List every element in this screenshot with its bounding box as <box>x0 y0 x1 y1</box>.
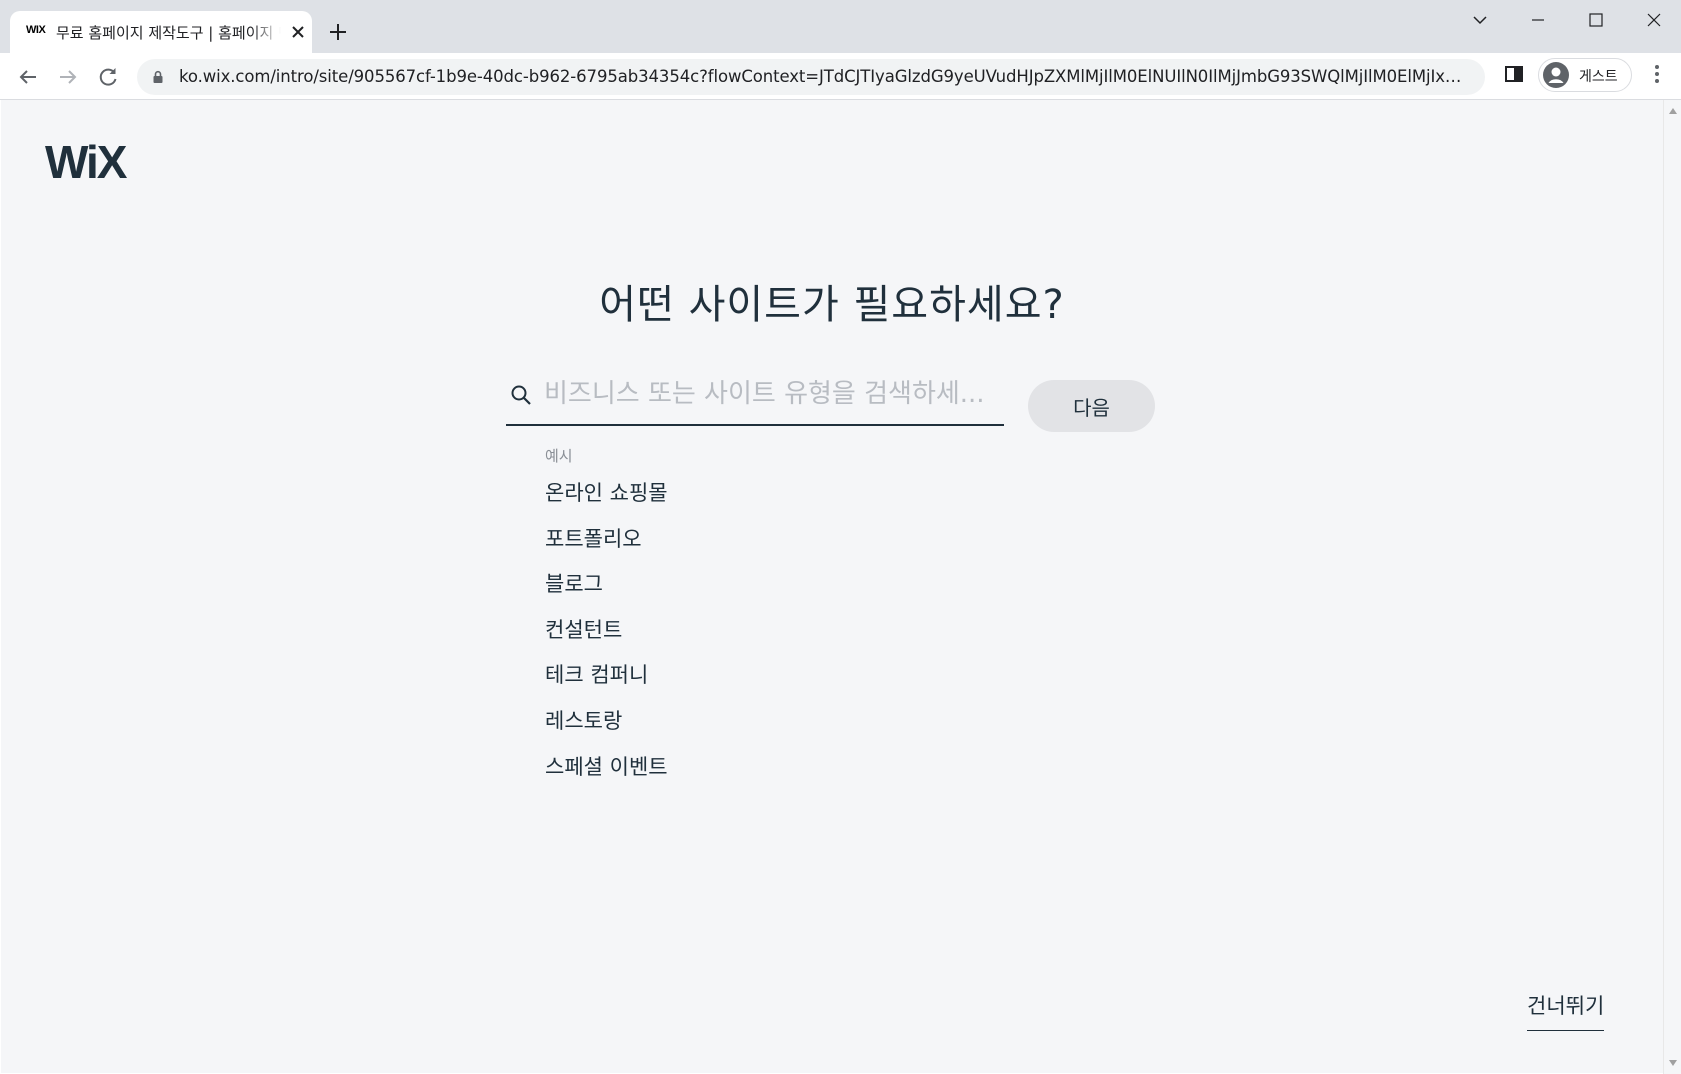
site-type-search-input[interactable] <box>544 374 994 414</box>
browser-toolbar: ko.wix.com/intro/site/905567cf-1b9e-40dc… <box>0 53 1681 100</box>
svg-text:WiX: WiX <box>45 140 128 182</box>
example-item-consultant[interactable]: 컨설턴트 <box>545 615 845 661</box>
guest-avatar-icon <box>1543 62 1569 88</box>
tab-strip: WIX 무료 홈페이지 제작도구 | 홈페이지 만들기 | Wix.com <box>0 0 1681 53</box>
scroll-down-arrow-icon[interactable] <box>1669 1060 1677 1066</box>
page-title: 어떤 사이트가 필요하세요? <box>599 282 1065 328</box>
skip-link[interactable]: 건너뛰기 <box>1527 990 1605 1031</box>
url-text[interactable]: ko.wix.com/intro/site/905567cf-1b9e-40dc… <box>179 67 1469 89</box>
next-button[interactable]: 다음 <box>1028 380 1155 432</box>
back-arrow-icon[interactable] <box>14 63 42 91</box>
example-item-tech-company[interactable]: 테크 컴퍼니 <box>545 660 845 706</box>
scroll-up-arrow-icon[interactable] <box>1669 108 1677 114</box>
minimize-window-icon[interactable] <box>1518 8 1558 32</box>
example-list: 온라인 쇼핑몰 포트폴리오 블로그 컨설턴트 테크 컴퍼니 레스토랑 스페셜 이… <box>545 478 845 797</box>
wix-logo[interactable]: WiX <box>45 140 137 182</box>
reload-icon[interactable] <box>94 63 122 91</box>
profile-label: 게스트 <box>1579 69 1618 85</box>
tab-search-chevron-icon[interactable] <box>1460 8 1500 32</box>
address-bar[interactable]: ko.wix.com/intro/site/905567cf-1b9e-40dc… <box>137 59 1485 95</box>
search-icon <box>511 385 531 405</box>
more-menu-icon[interactable] <box>1645 62 1669 86</box>
forward-arrow-icon[interactable] <box>54 63 82 91</box>
page-scrollbar[interactable] <box>1663 100 1681 1074</box>
wix-favicon-icon: WIX <box>26 24 46 36</box>
example-item-restaurant[interactable]: 레스토랑 <box>545 706 845 752</box>
example-item-special-event[interactable]: 스페셜 이벤트 <box>545 752 845 798</box>
browser-tab-active[interactable]: WIX 무료 홈페이지 제작도구 | 홈페이지 만들기 | Wix.com <box>10 11 312 53</box>
browser-chrome: WIX 무료 홈페이지 제작도구 | 홈페이지 만들기 | Wix.com <box>0 0 1681 100</box>
maximize-window-icon[interactable] <box>1576 8 1616 32</box>
new-tab-icon[interactable] <box>326 20 350 44</box>
close-tab-icon[interactable] <box>288 22 308 42</box>
example-item-portfolio[interactable]: 포트폴리오 <box>545 524 845 570</box>
tab-title: 무료 홈페이지 제작도구 | 홈페이지 만들기 | Wix.com <box>56 22 281 42</box>
close-window-icon[interactable] <box>1634 8 1674 32</box>
example-item-blog[interactable]: 블로그 <box>545 569 845 615</box>
profile-button[interactable]: 게스트 <box>1538 58 1632 92</box>
lock-icon[interactable] <box>151 70 165 84</box>
search-field[interactable] <box>506 348 1004 426</box>
example-item-online-store[interactable]: 온라인 쇼핑몰 <box>545 478 845 524</box>
side-panel-icon[interactable] <box>1502 62 1526 86</box>
examples-label: 예시 <box>545 447 573 465</box>
page-viewport: WiX 어떤 사이트가 필요하세요? 다음 예시 온라인 쇼핑몰 포트폴리오 블… <box>1 100 1663 1073</box>
